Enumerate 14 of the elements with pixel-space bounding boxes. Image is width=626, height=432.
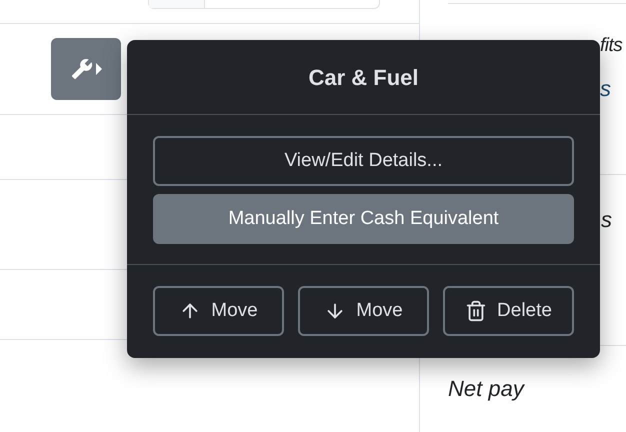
caret-icon (96, 63, 102, 75)
wrench-icon (70, 58, 92, 80)
wrench-menu-button[interactable] (51, 38, 121, 100)
move-button[interactable]: Move (153, 286, 284, 336)
delete-button[interactable]: Delete (443, 286, 574, 336)
text-fragment: s (601, 206, 612, 234)
text-fragment: fits (600, 34, 622, 58)
text-fragment: s (600, 75, 611, 103)
trash-icon (465, 300, 488, 322)
menu-action-button[interactable]: Manually Enter Cash Equivalent (153, 194, 574, 244)
net-pay-label: Net pay (448, 376, 524, 401)
popover-title: Car & Fuel (308, 64, 419, 92)
menu-action-button[interactable]: View/Edit Details... (153, 136, 574, 186)
move-button[interactable]: Move (298, 286, 429, 336)
